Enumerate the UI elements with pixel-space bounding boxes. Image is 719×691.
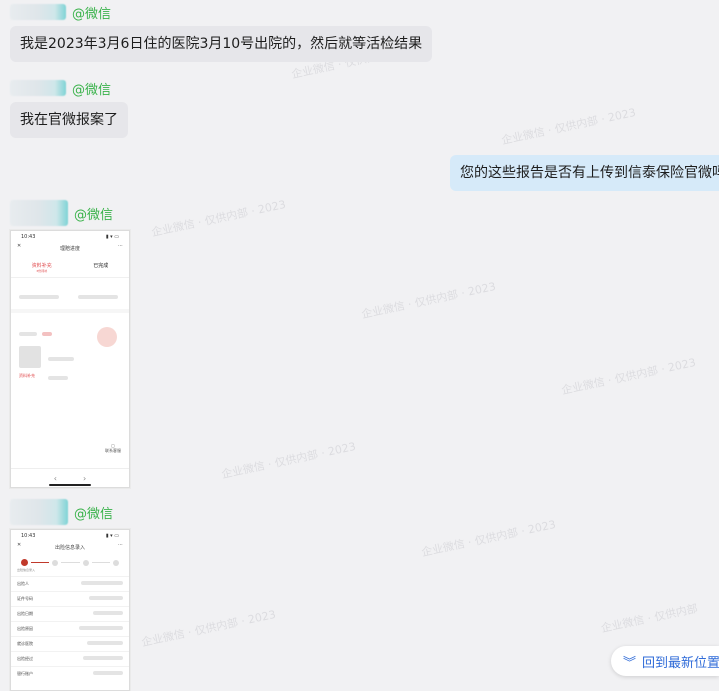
message-sender: @微信 (10, 200, 114, 226)
form-rows: 出险人 证件号码 出险日期 出险原因 就诊医院 出险经过 银行账户 (11, 576, 129, 681)
tab-other: 已完成 (93, 263, 109, 269)
back-icon: ‹ (53, 473, 57, 483)
app-title-bar: ✕ 理赔进度 ⋯ (11, 243, 129, 258)
message-bubble[interactable]: 我是2023年3月6日住的医院3月10号出院的，然后就等活检结果 (10, 26, 433, 62)
claim-card (11, 313, 129, 380)
jump-to-latest-button[interactable]: ︾ 回到最新位置 (611, 646, 719, 676)
image-attachment[interactable]: 10:43 ▮ ▾ ▭ ✕ 理赔进度 ⋯ 资料补充 3份待补 已完成 资料补充 … (10, 230, 130, 488)
close-icon: ✕ (17, 243, 22, 249)
step-active (21, 559, 28, 566)
progress-steps (11, 557, 129, 568)
forward-icon: › (83, 473, 87, 483)
message-bubble-outgoing[interactable]: 您的这些报告是否有上传到信泰保险官微吗 (450, 155, 719, 191)
sender-tag: @微信 (74, 207, 114, 223)
watermark: 企业微信 · 仅供内部 · 2023 (500, 105, 637, 148)
info-row (11, 278, 129, 309)
tab-bar: 资料补充 3份待补 已完成 (11, 258, 129, 278)
message-sender: @微信 (10, 79, 112, 98)
watermark: 企业微信 · 仅供内部 · 2023 (150, 197, 287, 240)
stamp-icon (97, 327, 117, 347)
status-bar: 10:43 ▮ ▾ ▭ (11, 530, 129, 542)
avatar[interactable] (10, 4, 66, 20)
tab-active: 资料补充 3份待补 (31, 263, 52, 273)
step-label: 出险信息录入 (17, 568, 36, 572)
status-bar: 10:43 ▮ ▾ ▭ (11, 231, 129, 243)
signal-icon: ▮ ▾ ▭ (105, 533, 119, 539)
message-text: 我在官微报案了 (20, 112, 118, 128)
avatar[interactable] (10, 200, 68, 226)
message-sender: @微信 (10, 3, 112, 22)
more-icon: ⋯ (118, 243, 123, 249)
sender-tag: @微信 (74, 506, 114, 522)
sender-tag: @微信 (72, 6, 112, 22)
watermark: 企业微信 · 仅供内部 · 2023 (220, 439, 357, 482)
double-chevron-down-icon: ︾ (623, 655, 637, 671)
message-bubble[interactable]: 我在官微报案了 (10, 102, 128, 138)
app-title: 理赔进度 (59, 246, 80, 252)
home-indicator (49, 484, 91, 486)
avatar[interactable] (10, 499, 68, 525)
signal-icon: ▮ ▾ ▭ (105, 234, 119, 240)
avatar[interactable] (10, 80, 66, 96)
watermark: 企业微信 · 仅供内部 · 2023 (560, 355, 697, 398)
status-time: 10:43 (21, 234, 36, 240)
jump-to-latest-label: 回到最新位置 (642, 655, 719, 671)
close-icon: ✕ (17, 542, 22, 548)
watermark: 企业微信 · 仅供内部 · 2023 (140, 607, 277, 650)
watermark: 企业微信 · 仅供内部 · 2023 (360, 279, 497, 322)
status-time: 10:43 (21, 533, 36, 539)
watermark: 企业微信 · 仅供内部 · 2023 (420, 517, 557, 560)
watermark: 企业微信 · 仅供内部 (599, 601, 699, 636)
customer-service: ▢ 联系客服 (105, 443, 121, 453)
image-attachment[interactable]: 10:43 ▮ ▾ ▭ ✕ 出险信息录入 ⋯ 出险信息录入 出险人 证件号码 出… (10, 529, 130, 691)
message-sender: @微信 (10, 499, 114, 525)
app-title-bar: ✕ 出险信息录入 ⋯ (11, 542, 129, 557)
message-text: 您的这些报告是否有上传到信泰保险官微吗 (460, 165, 719, 181)
app-title: 出险信息录入 (54, 545, 85, 551)
sender-tag: @微信 (72, 82, 112, 98)
message-text: 我是2023年3月6日住的医院3月10号出院的，然后就等活检结果 (20, 36, 423, 52)
more-icon: ⋯ (118, 542, 123, 548)
